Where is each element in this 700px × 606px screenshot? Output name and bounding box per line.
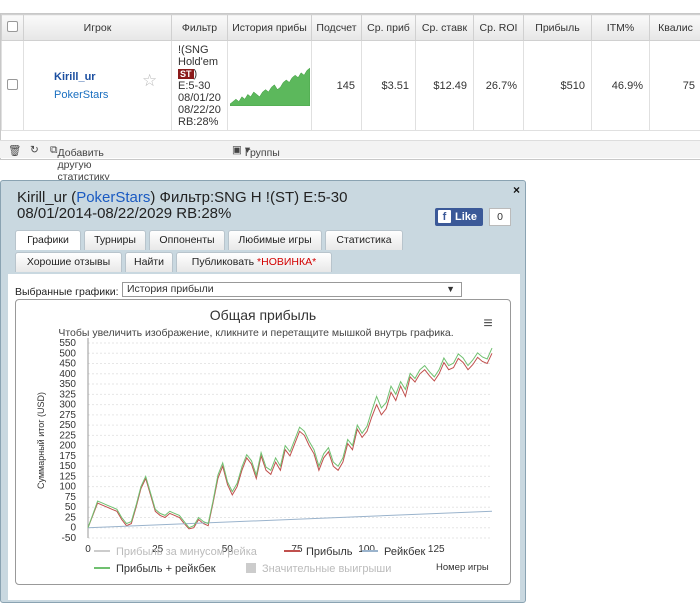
dialog-title: Kirill_ur (PokerStars) Фильтр:SNG H !(ST… (17, 189, 348, 222)
selected-charts-label: Выбранные графики: (15, 286, 119, 298)
x-axis-label: Номер игры (436, 562, 489, 573)
chart-subtitle: Чтобы увеличить изображение, кликните и … (58, 327, 453, 339)
col-header-history[interactable]: История прибы (227, 14, 312, 41)
col-header-count[interactable]: Подсчет (311, 14, 362, 41)
series-line (87, 347, 493, 529)
col-header-avg-stake[interactable]: Ср. ставк (415, 14, 474, 41)
x-tick-label: 0 (85, 544, 91, 555)
col-header-profit[interactable]: Прибыль (523, 14, 592, 41)
player-cell: Kirill_ur PokerStars ☆ (23, 40, 172, 131)
filter-badge: ST (178, 68, 194, 79)
avg-roi-value: 26.7% (473, 40, 524, 131)
y-tick-label: 225 (59, 430, 76, 441)
table-toolbar: 🗑 ↻ ⧉ Добавить другую статистику ▣ Групп… (0, 140, 700, 183)
refresh-icon[interactable]: ↻ (30, 144, 39, 156)
select-all-checkbox[interactable] (1, 14, 24, 41)
tab-statistics[interactable]: Статистика (325, 230, 403, 250)
filter-line: !(SNG (178, 43, 209, 56)
y-tick-label: 400 (59, 369, 76, 380)
sparkline-area (229, 67, 310, 106)
profit-value: $510 (523, 40, 592, 131)
groups-dropdown[interactable]: ▣ Группы ▾ (232, 144, 280, 159)
qual-value: 75 (649, 40, 700, 131)
itm-value: 46.9% (591, 40, 650, 131)
y-tick-label: 500 (59, 348, 76, 359)
facebook-like-button[interactable]: f Like (435, 208, 483, 226)
chart-title: Общая прибыль (210, 307, 316, 323)
chart-select[interactable]: История прибыли ▼ (122, 282, 462, 297)
y-tick-label: 25 (65, 512, 77, 523)
filter-line: E:5-30 (178, 79, 211, 92)
filter-cell: !(SNG Hold'em ST) E:5-30 08/01/20 08/22/… (171, 40, 228, 131)
legend-symbol (246, 563, 256, 573)
series-line (87, 353, 493, 530)
stats-table: Игрок Фильтр История прибы Подсчет Ср. п… (1, 14, 700, 131)
avg-stake-value: $12.49 (415, 40, 474, 131)
stats-table-container: Игрок Фильтр История прибы Подсчет Ср. п… (0, 13, 700, 160)
facebook-icon: f (438, 210, 451, 223)
legend-item: Рейкбек (384, 546, 425, 558)
col-header-qual[interactable]: Квалис (649, 14, 700, 41)
tab-find[interactable]: Найти (125, 252, 173, 272)
like-count: 0 (489, 208, 511, 226)
y-axis-label: Суммарный итог (USD) (36, 392, 46, 489)
y-tick-label: 200 (59, 441, 76, 452)
favorite-star-icon[interactable]: ☆ (142, 71, 157, 91)
col-header-filter[interactable]: Фильтр (171, 14, 228, 41)
add-stats-button[interactable]: ⧉ Добавить другую статистику (50, 144, 110, 183)
y-tick-label: 275 (59, 410, 76, 421)
filter-line: Hold'em (178, 55, 219, 68)
filter-line: RB:28% (178, 115, 219, 128)
col-header-player[interactable]: Игрок (23, 14, 172, 41)
tab-publish[interactable]: Публиковать *НОВИНКА* (176, 252, 332, 272)
y-tick-label: 75 (65, 492, 77, 503)
y-tick-label: 125 (59, 471, 76, 482)
filter-line: 08/22/20 (178, 103, 221, 116)
series-line (87, 510, 493, 529)
site-link[interactable]: PokerStars (76, 189, 150, 206)
tab-favorite-games[interactable]: Любимые игры (228, 230, 322, 250)
y-tick-label: 550 (59, 338, 76, 349)
count-value: 145 (311, 40, 362, 131)
avg-profit-value: $3.51 (361, 40, 416, 131)
y-tick-label: 100 (59, 482, 76, 493)
y-tick-label: 250 (59, 420, 76, 431)
close-button[interactable]: × (513, 183, 520, 197)
profit-sparkline (229, 67, 310, 106)
x-tick-label: 75 (291, 544, 303, 555)
y-tick-label: 300 (59, 400, 76, 411)
trash-icon[interactable]: 🗑 (8, 144, 21, 157)
legend-item: Прибыль за минусом рейка (116, 546, 258, 558)
tab-tournaments[interactable]: Турниры (84, 230, 146, 250)
tab-reviews[interactable]: Хорошие отзывы (15, 252, 122, 272)
chart-container[interactable]: Общая прибыль Чтобы увеличить изображение… (15, 299, 511, 585)
legend-item: Значительные выигрыши (262, 563, 391, 575)
legend-item: Прибыль (306, 546, 353, 558)
y-tick-label: -50 (62, 533, 77, 544)
tab-charts[interactable]: Графики (15, 230, 81, 250)
col-header-itm[interactable]: ITM% (591, 14, 650, 41)
dropdown-arrow-icon: ▼ (446, 284, 455, 294)
y-tick-label: 50 (65, 502, 77, 513)
tab-opponents[interactable]: Оппоненты (149, 230, 225, 250)
profit-chart[interactable]: Общая прибыль Чтобы увеличить изображение… (16, 300, 510, 584)
col-header-avg-profit[interactable]: Ср. приб (361, 14, 416, 41)
y-tick-label: 350 (59, 379, 76, 390)
new-badge: *НОВИНКА* (257, 256, 317, 268)
table-row: Kirill_ur PokerStars ☆ !(SNG Hold'em ST)… (1, 40, 700, 131)
row-checkbox[interactable] (1, 40, 24, 131)
filter-line: 08/01/20 (178, 91, 221, 104)
y-tick-label: 0 (70, 523, 76, 534)
y-tick-label: 450 (59, 359, 76, 370)
col-header-avg-roi[interactable]: Ср. ROI (473, 14, 524, 41)
y-tick-label: 150 (59, 461, 76, 472)
legend-item: Прибыль + рейкбек (116, 563, 216, 575)
x-tick-label: 125 (428, 544, 445, 555)
y-tick-label: 175 (59, 451, 76, 462)
chart-menu-icon: ≡ (483, 315, 492, 332)
history-sparkline-cell[interactable] (227, 40, 312, 131)
y-tick-label: 325 (59, 389, 76, 400)
x-tick-label: 100 (358, 544, 375, 555)
